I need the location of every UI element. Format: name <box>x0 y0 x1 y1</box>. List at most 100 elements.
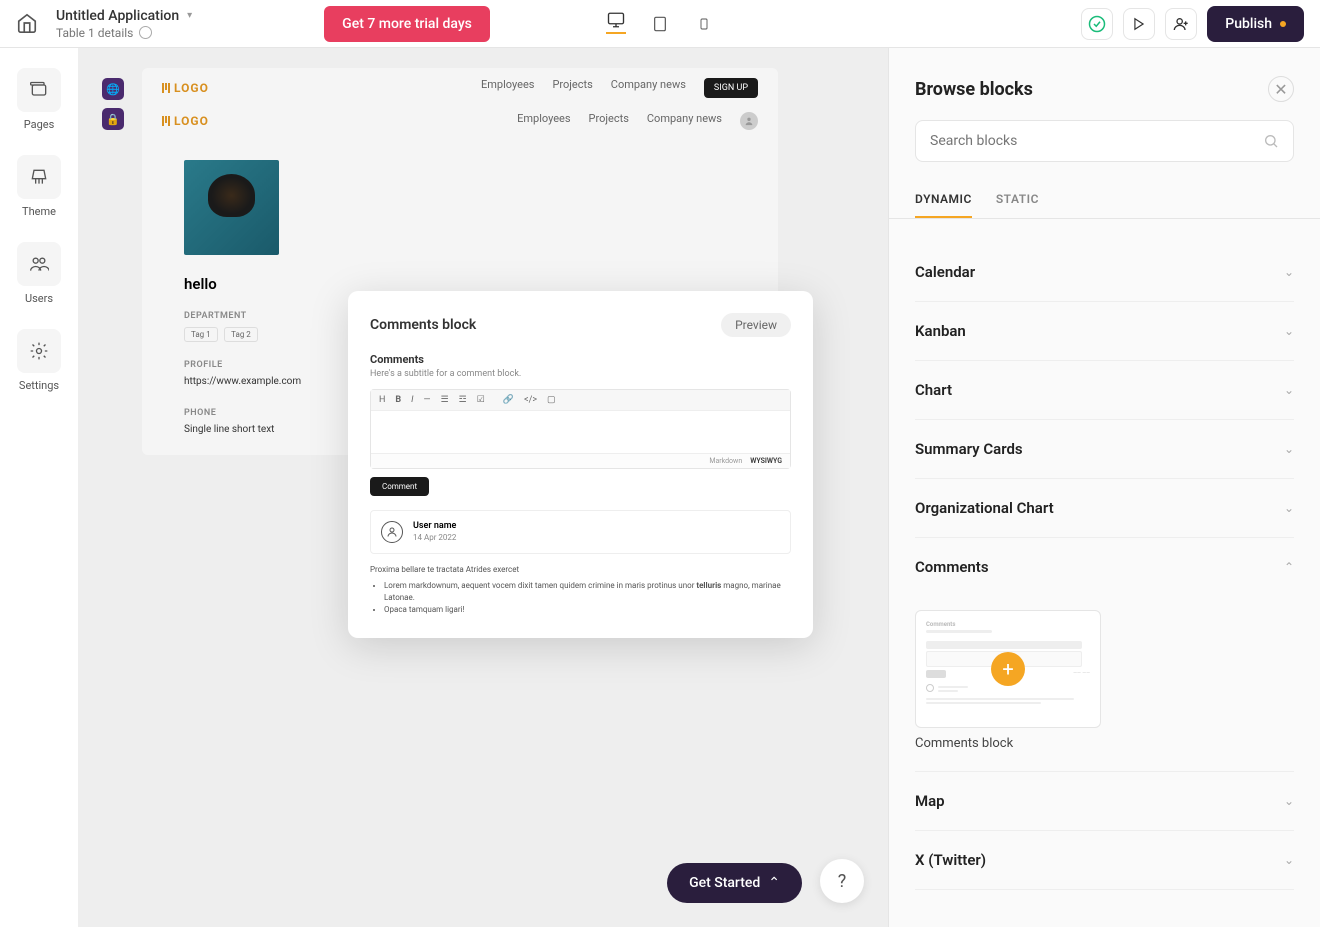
block-card-label: Comments block <box>915 736 1294 751</box>
comments-subtitle: Here's a subtitle for a comment block. <box>370 369 791 379</box>
editor-body[interactable] <box>371 411 790 453</box>
status-check-icon[interactable] <box>1081 8 1113 40</box>
chevron-down-icon: ⌄ <box>1284 501 1294 515</box>
category-kanban[interactable]: Kanban⌄ <box>915 302 1294 361</box>
category-map[interactable]: Map⌄ <box>915 771 1294 831</box>
tag-2: Tag 2 <box>224 327 258 342</box>
play-icon[interactable] <box>1123 8 1155 40</box>
panel-title: Browse blocks <box>915 79 1033 100</box>
publish-button[interactable]: Publish <box>1207 6 1304 42</box>
toolbar-link-icon[interactable]: 🔗 <box>503 395 514 405</box>
comment-submit-button[interactable]: Comment <box>370 477 429 496</box>
chevron-down-icon: ⌄ <box>1284 853 1294 867</box>
phone-label: PHONE <box>184 408 369 418</box>
comments-block-modal: Comments block Preview Comments Here's a… <box>348 291 813 638</box>
publish-status-dot <box>1280 21 1286 27</box>
sidebar-item-theme[interactable]: Theme <box>17 155 61 218</box>
topbar-right: Publish <box>1081 6 1304 42</box>
brush-icon <box>29 167 49 187</box>
category-summary[interactable]: Summary Cards⌄ <box>915 420 1294 479</box>
category-calendar[interactable]: Calendar⌄ <box>915 243 1294 302</box>
subtitle[interactable]: Table 1 details <box>56 26 133 40</box>
nav-employees[interactable]: Employees <box>481 78 534 98</box>
lock-badge[interactable]: 🔒 <box>102 108 124 130</box>
dept-label: DEPARTMENT <box>184 311 369 321</box>
app-title-wrap: Untitled Application ▾ Table 1 details <box>56 8 192 40</box>
app-title[interactable]: Untitled Application <box>56 8 179 24</box>
tablet-icon[interactable] <box>650 14 670 34</box>
sidebar-label: Pages <box>24 118 55 131</box>
chevron-down-icon: ⌄ <box>1284 324 1294 338</box>
block-card-comments[interactable]: Comments —— —— + <box>915 610 1101 728</box>
nav-projects[interactable]: Projects <box>552 78 592 98</box>
help-button[interactable]: ? <box>820 859 864 903</box>
sidebar-item-pages[interactable]: Pages <box>17 68 61 131</box>
add-user-icon[interactable] <box>1165 8 1197 40</box>
toolbar-h[interactable]: H <box>379 395 385 405</box>
desktop-icon[interactable] <box>606 14 626 34</box>
tab-static[interactable]: STATIC <box>996 182 1039 218</box>
chevron-up-icon: ⌃ <box>1284 560 1294 574</box>
comment-user: User name <box>413 521 456 531</box>
category-org[interactable]: Organizational Chart⌄ <box>915 479 1294 538</box>
nav-projects[interactable]: Projects <box>589 112 629 130</box>
mobile-icon[interactable] <box>694 14 714 34</box>
device-switcher <box>606 14 714 34</box>
page-nav-2: LOGO Employees Projects Company news <box>142 108 778 140</box>
category-chart[interactable]: Chart⌄ <box>915 361 1294 420</box>
users-icon <box>29 254 49 274</box>
sidebar-item-users[interactable]: Users <box>17 242 61 305</box>
panel-tabs: DYNAMIC STATIC <box>889 182 1320 219</box>
gear-icon[interactable] <box>139 26 152 39</box>
chevron-down-icon: ⌄ <box>1284 383 1294 397</box>
comment-editor[interactable]: H B I — ☰ ☲ ☑ 🔗 </> ▢ Markdown WYSIWYG <box>370 389 791 469</box>
toolbar-check-icon[interactable]: ☑ <box>477 395 485 405</box>
logo: LOGO <box>162 114 209 128</box>
nav-news[interactable]: Company news <box>611 78 686 98</box>
page-nav-1: LOGO Employees Projects Company news SIG… <box>142 68 778 108</box>
avatar-icon[interactable] <box>740 112 758 130</box>
sidebar-item-settings[interactable]: Settings <box>17 329 61 392</box>
preview-badge[interactable]: Preview <box>721 313 791 337</box>
search-icon <box>1263 133 1279 149</box>
trial-button[interactable]: Get 7 more trial days <box>324 6 490 42</box>
close-icon[interactable]: ✕ <box>1268 76 1294 102</box>
get-started-button[interactable]: Get Started ⌃ <box>667 863 802 903</box>
nav-employees[interactable]: Employees <box>517 112 570 130</box>
sidebar-label: Settings <box>19 379 59 392</box>
add-block-icon[interactable]: + <box>991 652 1025 686</box>
search-box[interactable] <box>915 120 1294 162</box>
category-comments[interactable]: Comments⌃ <box>915 538 1294 596</box>
search-input[interactable] <box>930 133 1244 149</box>
tab-dynamic[interactable]: DYNAMIC <box>915 182 972 218</box>
page-badge-strip: 🌐 🔒 <box>102 78 124 130</box>
comment-avatar-icon <box>381 521 403 543</box>
toolbar-ul-icon[interactable]: ☰ <box>441 395 449 405</box>
comment-item: User name 14 Apr 2022 <box>370 510 791 554</box>
chevron-down-icon: ⌄ <box>1284 265 1294 279</box>
toolbar-dash[interactable]: — <box>424 395 431 405</box>
chevron-down-icon[interactable]: ▾ <box>187 10 192 21</box>
comments-heading: Comments <box>370 353 791 366</box>
tag-1: Tag 1 <box>184 327 218 342</box>
toolbar-ol-icon[interactable]: ☲ <box>459 395 467 405</box>
toolbar-image-icon[interactable]: ▢ <box>547 395 556 405</box>
profile-image <box>184 160 279 255</box>
globe-badge[interactable]: 🌐 <box>102 78 124 100</box>
home-icon[interactable] <box>16 12 40 36</box>
sidebar-label: Users <box>25 292 53 305</box>
signup-button[interactable]: SIGN UP <box>704 78 758 98</box>
left-sidebar: Pages Theme Users Settings <box>0 48 78 927</box>
comment-body: Proxima bellare te tractata Atrides exer… <box>370 564 791 616</box>
sidebar-label: Theme <box>22 205 56 218</box>
chevron-down-icon: ⌄ <box>1284 442 1294 456</box>
comment-date: 14 Apr 2022 <box>413 533 456 542</box>
toolbar-italic[interactable]: I <box>411 395 413 405</box>
mode-wysiwyg[interactable]: WYSIWYG <box>750 457 782 465</box>
toolbar-code-icon[interactable]: </> <box>524 395 537 405</box>
category-twitter[interactable]: X (Twitter)⌄ <box>915 831 1294 890</box>
toolbar-bold[interactable]: B <box>395 395 401 405</box>
mode-markdown[interactable]: Markdown <box>709 457 742 465</box>
browse-blocks-panel: Browse blocks ✕ DYNAMIC STATIC Calendar⌄… <box>888 48 1320 927</box>
nav-news[interactable]: Company news <box>647 112 722 130</box>
